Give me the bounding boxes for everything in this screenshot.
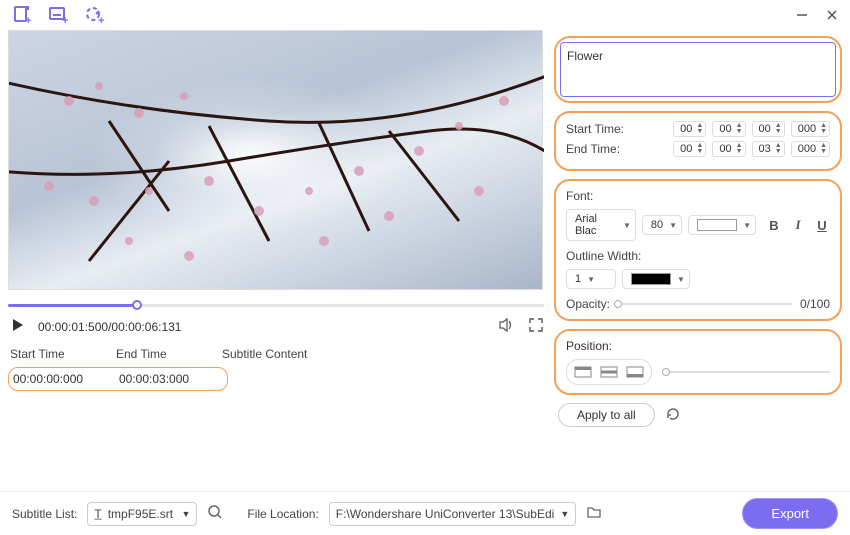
file-location-select[interactable]: F:\Wondershare UniConverter 13\SubEdi ▼ — [329, 502, 576, 526]
outline-width-label: Outline Width: — [566, 249, 830, 263]
start-time-label: Start Time: — [566, 122, 634, 136]
time-group: Start Time: 00▲▼ 00▲▼ 00▲▼ 000▲▼ End Tim… — [554, 111, 842, 171]
position-label: Position: — [566, 339, 612, 353]
end-sec[interactable]: 03▲▼ — [752, 141, 785, 157]
font-color-select[interactable]: ▼ — [688, 215, 756, 235]
position-offset-slider[interactable] — [666, 371, 830, 373]
position-middle-button[interactable] — [596, 363, 622, 381]
subtitle-table-header: Start Time End Time Subtitle Content — [8, 343, 548, 365]
footer: Subtitle List: T̲ tmpF95E.srt ▼ File Loc… — [0, 491, 850, 535]
start-sec[interactable]: 00▲▼ — [752, 121, 785, 137]
end-ms[interactable]: 000▲▼ — [791, 141, 830, 157]
opacity-slider[interactable] — [618, 303, 792, 305]
col-content: Subtitle Content — [222, 347, 307, 361]
timeline-slider[interactable] — [8, 298, 548, 312]
folder-icon[interactable] — [586, 504, 602, 523]
font-size-select[interactable]: 80▼ — [642, 215, 682, 235]
font-label: Font: — [566, 189, 830, 203]
position-group: Position: — [554, 329, 842, 395]
volume-icon[interactable] — [498, 316, 516, 337]
apply-to-all-button[interactable]: Apply to all — [558, 403, 655, 427]
end-hour[interactable]: 00▲▼ — [673, 141, 706, 157]
position-top-button[interactable] — [570, 363, 596, 381]
subtitle-row[interactable]: 00:00:00:000 00:00:03:000 — [8, 367, 228, 391]
outline-color-select[interactable]: ▼ — [622, 269, 690, 289]
svg-text:+: + — [62, 15, 68, 25]
auto-subtitle-icon[interactable]: + — [83, 4, 105, 26]
subtitle-text-group: Flower — [554, 36, 842, 103]
underline-button[interactable]: U — [814, 217, 830, 233]
reset-icon[interactable] — [665, 406, 681, 425]
subtitle-file-select[interactable]: T̲ tmpF95E.srt ▼ — [87, 502, 197, 526]
row-end: 00:00:03:000 — [119, 372, 197, 386]
font-group: Font: Arial Blac▼ 80▼ ▼ B I U Outline Wi… — [554, 179, 842, 321]
fullscreen-icon[interactable] — [528, 317, 544, 336]
end-min[interactable]: 00▲▼ — [712, 141, 745, 157]
start-min[interactable]: 00▲▼ — [712, 121, 745, 137]
file-location-label: File Location: — [247, 507, 318, 521]
outline-width-select[interactable]: 1▼ — [566, 269, 616, 289]
add-file-icon[interactable]: + — [11, 4, 33, 26]
svg-text:+: + — [98, 15, 104, 25]
row-start: 00:00:00:000 — [13, 372, 91, 386]
opacity-label: Opacity: — [566, 297, 610, 311]
subtitle-list-label: Subtitle List: — [12, 507, 77, 521]
end-time-label: End Time: — [566, 142, 634, 156]
opacity-value: 0/100 — [800, 297, 830, 311]
timecode: 00:00:01:500/00:00:06:131 — [38, 320, 181, 334]
subtitle-text-input[interactable]: Flower — [560, 42, 836, 97]
font-name-select[interactable]: Arial Blac▼ — [566, 209, 636, 241]
video-preview[interactable] — [8, 30, 543, 290]
search-icon[interactable] — [207, 504, 223, 523]
svg-text:+: + — [25, 15, 31, 25]
subtitle-glyph-icon: T̲ — [94, 507, 101, 521]
export-button[interactable]: Export — [742, 498, 838, 529]
minimize-button[interactable] — [792, 5, 812, 25]
italic-button[interactable]: I — [790, 217, 806, 233]
close-button[interactable] — [822, 5, 842, 25]
start-ms[interactable]: 000▲▼ — [791, 121, 830, 137]
titlebar: + + + — [0, 0, 850, 30]
bold-button[interactable]: B — [766, 217, 782, 233]
col-end: End Time — [116, 347, 194, 361]
position-bottom-button[interactable] — [622, 363, 648, 381]
add-subtitle-icon[interactable]: + — [47, 4, 69, 26]
play-button[interactable] — [10, 317, 26, 336]
start-hour[interactable]: 00▲▼ — [673, 121, 706, 137]
col-start: Start Time — [10, 347, 88, 361]
